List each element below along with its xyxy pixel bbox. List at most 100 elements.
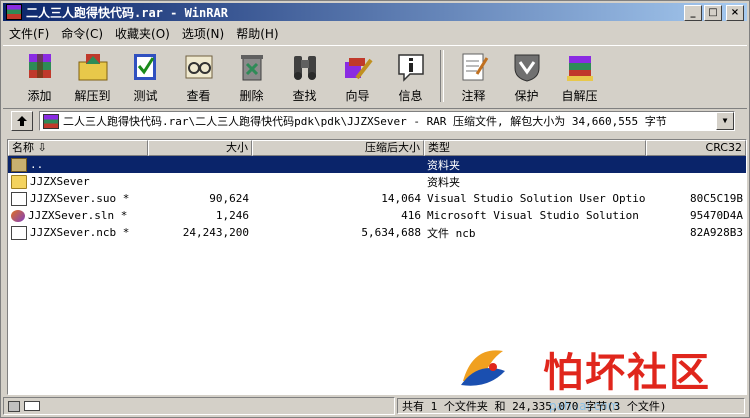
sfx-label: 自解压 bbox=[561, 89, 598, 103]
protect-label: 保护 bbox=[514, 89, 539, 103]
wizard-button[interactable]: 向导 bbox=[331, 46, 384, 106]
row-name: JJZXSever.suo * bbox=[30, 191, 130, 205]
table-row[interactable]: .. 资料夹 bbox=[8, 156, 746, 173]
extract-to-label: 解压到 bbox=[74, 89, 111, 103]
table-row[interactable]: JJZXSever.sln * 1,246 416 Microsoft Visu… bbox=[8, 207, 746, 224]
delete-label: 删除 bbox=[239, 89, 264, 103]
key-icon bbox=[24, 401, 40, 411]
status-bar: 共有 1 个文件夹 和 24,335,070 字节(3 个文件) bbox=[3, 397, 747, 415]
add-label: 添加 bbox=[27, 89, 52, 103]
row-size: 1,246 bbox=[215, 209, 249, 222]
info-icon bbox=[397, 54, 424, 82]
column-header-crc[interactable]: CRC32 bbox=[646, 140, 746, 156]
protect-button[interactable]: 保护 bbox=[500, 46, 553, 106]
find-label: 查找 bbox=[292, 89, 317, 103]
row-type: Microsoft Visual Studio Solution bbox=[427, 209, 639, 222]
row-name: JJZXSever.ncb * bbox=[30, 225, 130, 239]
row-type: Visual Studio Solution User Options bbox=[427, 192, 646, 205]
delete-button[interactable]: 删除 bbox=[225, 46, 278, 106]
folder-icon bbox=[11, 174, 27, 189]
row-crc: 82A928B3 bbox=[690, 226, 743, 239]
row-type: 资料夹 bbox=[427, 175, 460, 189]
path-text: 二人三人跑得快代码.rar\二人三人跑得快代码pdk\pdk\JJZXSever… bbox=[63, 115, 667, 128]
test-check-icon bbox=[133, 54, 156, 80]
title-bar[interactable]: 二人三人跑得快代码.rar - WinRAR _ □ × bbox=[3, 3, 747, 21]
status-summary: 共有 1 个文件夹 和 24,335,070 字节(3 个文件) bbox=[397, 398, 745, 414]
path-dropdown-arrow[interactable]: ▼ bbox=[716, 112, 734, 130]
wizard-label: 向导 bbox=[345, 89, 370, 103]
comment-button[interactable]: 注释 bbox=[447, 46, 500, 106]
row-size: 90,624 bbox=[209, 192, 249, 205]
menu-favorites[interactable]: 收藏夹(O) bbox=[109, 25, 176, 42]
comment-label: 注释 bbox=[461, 89, 486, 103]
table-row[interactable]: JJZXSever.suo * 90,624 14,064 Visual Stu… bbox=[8, 190, 746, 207]
parent-folder-icon bbox=[11, 157, 27, 172]
column-header-packed[interactable]: 压缩后大小 bbox=[252, 140, 424, 156]
row-name: JJZXSever.sln * bbox=[28, 209, 128, 222]
list-header: 名称 ⇩ 大小 压缩后大小 类型 CRC32 bbox=[8, 140, 746, 156]
menu-commands[interactable]: 命令(C) bbox=[55, 25, 109, 42]
row-name: .. bbox=[30, 157, 44, 171]
winrar-app-icon bbox=[6, 4, 22, 20]
protect-shield-icon bbox=[514, 54, 539, 82]
column-header-type[interactable]: 类型 bbox=[424, 140, 646, 156]
view-button[interactable]: 查看 bbox=[172, 46, 225, 106]
wizard-icon bbox=[344, 58, 373, 80]
find-binoculars-icon bbox=[293, 56, 316, 80]
sln-file-icon bbox=[11, 210, 25, 222]
column-header-name[interactable]: 名称 ⇩ bbox=[8, 140, 148, 156]
path-field[interactable]: 二人三人跑得快代码.rar\二人三人跑得快代码pdk\pdk\JJZXSever… bbox=[39, 111, 735, 131]
table-row[interactable]: JJZXSever.ncb * 24,243,200 5,634,688 文件 … bbox=[8, 224, 746, 241]
sfx-archive-icon bbox=[566, 56, 593, 81]
add-archive-icon bbox=[28, 54, 51, 78]
view-glasses-icon bbox=[185, 55, 212, 79]
row-packed: 416 bbox=[401, 209, 421, 222]
row-type: 资料夹 bbox=[427, 158, 460, 172]
row-name: JJZXSever bbox=[30, 174, 90, 188]
watermark-logo-icon bbox=[461, 350, 505, 386]
add-button[interactable]: 添加 bbox=[13, 46, 66, 106]
find-button[interactable]: 查找 bbox=[278, 46, 331, 106]
suo-file-icon bbox=[11, 191, 27, 206]
maximize-button[interactable]: □ bbox=[704, 5, 722, 21]
row-crc: 95470D4A bbox=[690, 209, 743, 222]
menu-help[interactable]: 帮助(H) bbox=[230, 25, 284, 42]
info-label: 信息 bbox=[398, 89, 423, 103]
window-controls: _ □ × bbox=[684, 5, 744, 21]
view-label: 查看 bbox=[186, 89, 211, 103]
row-packed: 5,634,688 bbox=[361, 226, 421, 239]
row-size: 24,243,200 bbox=[182, 226, 249, 239]
extract-folder-icon bbox=[78, 54, 107, 81]
row-type: 文件 ncb bbox=[427, 226, 476, 240]
up-arrow-icon bbox=[17, 116, 27, 126]
sort-down-icon: ⇩ bbox=[37, 141, 47, 154]
watermark-text: 怕坏社区 bbox=[543, 350, 711, 396]
extract-to-button[interactable]: 解压到 bbox=[66, 46, 119, 106]
watermark: 怕坏社区 bbox=[453, 339, 743, 399]
table-row[interactable]: JJZXSever 资料夹 bbox=[8, 173, 746, 190]
info-button[interactable]: 信息 bbox=[384, 46, 437, 106]
lock-icon bbox=[8, 400, 20, 412]
toolbar: 添加 解压到 测试 查看 删除 查找 向导 信息 注释 保护 自解压 bbox=[3, 45, 747, 109]
menu-options[interactable]: 选项(N) bbox=[176, 25, 230, 42]
ncb-file-icon bbox=[11, 225, 27, 240]
test-button[interactable]: 测试 bbox=[119, 46, 172, 106]
close-button[interactable]: × bbox=[726, 5, 744, 21]
minimize-button[interactable]: _ bbox=[684, 5, 702, 21]
rar-archive-icon bbox=[43, 113, 59, 129]
window-title: 二人三人跑得快代码.rar - WinRAR bbox=[26, 5, 228, 20]
comment-note-icon bbox=[462, 53, 488, 81]
column-header-size[interactable]: 大小 bbox=[148, 140, 252, 156]
winrar-window: 二人三人跑得快代码.rar - WinRAR _ □ × 文件(F) 命令(C)… bbox=[0, 0, 750, 418]
address-bar: 二人三人跑得快代码.rar\二人三人跑得快代码pdk\pdk\JJZXSever… bbox=[3, 109, 747, 133]
status-left-pane bbox=[3, 397, 395, 415]
delete-bin-icon bbox=[240, 55, 263, 81]
row-crc: 80C5C19B bbox=[690, 192, 743, 205]
row-packed: 14,064 bbox=[381, 192, 421, 205]
menu-file[interactable]: 文件(F) bbox=[3, 25, 55, 42]
up-one-level-button[interactable] bbox=[11, 111, 33, 131]
toolbar-separator bbox=[440, 50, 444, 102]
menu-bar: 文件(F) 命令(C) 收藏夹(O) 选项(N) 帮助(H) bbox=[3, 23, 285, 43]
sfx-button[interactable]: 自解压 bbox=[553, 46, 606, 106]
test-label: 测试 bbox=[133, 89, 158, 103]
